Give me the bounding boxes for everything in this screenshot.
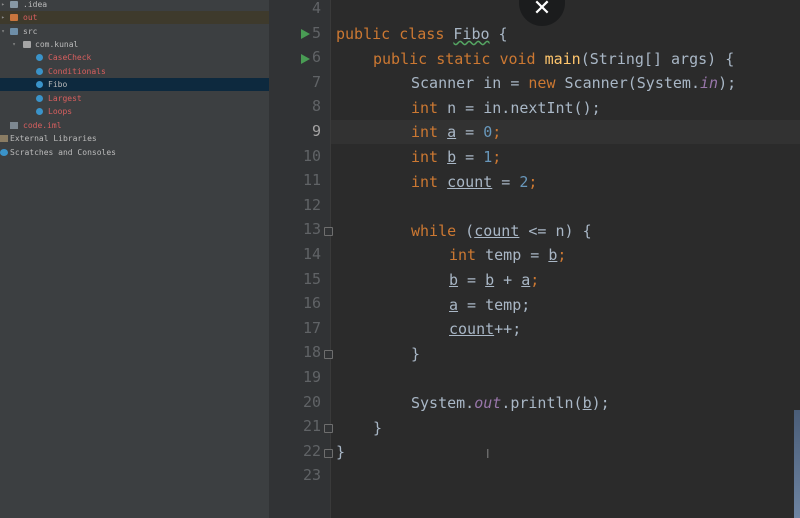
code-line-15: b = b + a;: [449, 271, 540, 289]
line-number: 8: [311, 97, 321, 116]
code-line-8: int n = in.nextInt();: [411, 99, 601, 117]
tree-item-fibo[interactable]: Fibo: [0, 78, 269, 91]
tree-item-label: src: [23, 27, 38, 36]
tree-item-label: out: [23, 13, 38, 22]
close-overlay-button[interactable]: ✕: [519, 0, 565, 26]
code-line-5: public class Fibo {: [336, 25, 508, 43]
line-number: 7: [311, 72, 321, 91]
line-number: 9: [311, 122, 321, 140]
tree-item-src[interactable]: ▾ src: [0, 25, 269, 38]
chevron-right-icon[interactable]: ▸: [0, 11, 7, 24]
folder-src-icon: [10, 28, 18, 35]
line-number: 22: [302, 441, 321, 460]
code-line-20: System.out.println(b);: [411, 394, 610, 412]
line-number: 23: [302, 466, 321, 485]
iml-file-icon: [10, 122, 18, 129]
chevron-down-icon[interactable]: ▾: [10, 38, 18, 51]
code-line-14: int temp = b;: [449, 246, 567, 264]
gutter-separator: [330, 0, 331, 518]
tree-item-idea[interactable]: ▸ .idea: [0, 0, 269, 11]
folder-out-icon: [10, 14, 18, 21]
class-name: Fibo: [453, 25, 490, 43]
tree-item-largest[interactable]: Largest: [0, 92, 269, 105]
tree-item-loops[interactable]: Loops: [0, 105, 269, 118]
line-number: 21: [302, 417, 321, 436]
tree-item-label: Conditionals: [48, 67, 106, 76]
code-line-6: public static void main(String[] args) {: [373, 50, 735, 68]
fold-main-end-icon[interactable]: [324, 424, 333, 433]
tree-item-label: .idea: [23, 0, 48, 9]
line-number: 15: [302, 269, 321, 288]
tree-item-scratches-and-consoles[interactable]: ▸Scratches and Consoles: [0, 146, 269, 159]
fold-while-icon[interactable]: [324, 227, 333, 236]
current-line-highlight: [331, 120, 800, 144]
code-line-7: Scanner in = new Scanner(System.in);: [411, 74, 737, 92]
line-number: 13: [302, 220, 321, 239]
chevron-down-icon[interactable]: ▾: [0, 25, 7, 38]
tree-item-conditionals[interactable]: Conditionals: [0, 65, 269, 78]
class-icon: [36, 95, 43, 102]
project-tree-panel: ▸ .idea ▸ out ▾ src ▾ com.kunal CaseCheck Conditi…: [0, 0, 269, 518]
class-icon: [36, 81, 43, 88]
fold-class-end-icon[interactable]: [324, 449, 333, 458]
line-number: 11: [302, 171, 321, 190]
run-main-icon[interactable]: [301, 54, 310, 64]
line-number: 16: [302, 294, 321, 313]
line-number: 19: [302, 368, 321, 386]
class-icon: [36, 68, 43, 75]
class-icon: [36, 108, 43, 115]
code-line-11: int count = 2;: [411, 173, 538, 191]
run-class-icon[interactable]: [301, 29, 310, 39]
code-line-18: }: [411, 345, 421, 363]
code-line-16: a = temp;: [449, 296, 531, 314]
line-number: 6: [311, 48, 321, 67]
tree-item-com-kunal[interactable]: ▾ com.kunal: [0, 38, 269, 51]
line-number: 18: [302, 343, 321, 362]
code-line-9: int a = 0;: [411, 123, 502, 141]
package-icon: [23, 41, 31, 48]
tree-item-casecheck[interactable]: CaseCheck: [0, 51, 269, 64]
code-line-13: while (count <= n) {: [411, 222, 592, 240]
scratch-icon: [0, 149, 8, 156]
tree-item-label: Scratches and Consoles: [10, 148, 116, 157]
tree-item-external-libraries[interactable]: ▸External Libraries: [0, 132, 269, 145]
code-line-22: }: [336, 443, 346, 461]
library-icon: [0, 135, 8, 142]
code-line-10: int b = 1;: [411, 148, 502, 166]
class-icon: [36, 54, 43, 61]
tree-item-label: code.iml: [23, 121, 62, 130]
window-edge: [794, 410, 800, 518]
line-number: 17: [302, 318, 321, 337]
line-number: 12: [302, 195, 321, 214]
tree-item-out[interactable]: ▸ out: [0, 11, 269, 24]
text-cursor-icon: I: [486, 447, 490, 461]
code-line-21: }: [373, 419, 383, 437]
tree-item-label: Largest: [48, 94, 82, 103]
line-number: 20: [302, 392, 321, 411]
chevron-right-icon[interactable]: ▸: [0, 0, 7, 11]
line-number: 10: [302, 146, 321, 165]
line-number: 5: [311, 23, 321, 42]
tree-item-label: com.kunal: [35, 40, 79, 49]
tree-item-label: Loops: [48, 107, 73, 116]
line-number: 14: [302, 245, 321, 263]
folder-icon: [10, 1, 18, 8]
tree-item-label: Fibo: [48, 80, 68, 89]
tree-item-label: External Libraries: [10, 134, 97, 143]
fold-while-end-icon[interactable]: [324, 350, 333, 359]
tree-item-code-iml[interactable]: code.iml: [0, 119, 269, 132]
line-number: 4: [311, 0, 321, 17]
code-line-17: count++;: [449, 320, 522, 338]
close-icon: ✕: [532, 0, 552, 21]
tree-item-label: CaseCheck: [48, 53, 92, 62]
